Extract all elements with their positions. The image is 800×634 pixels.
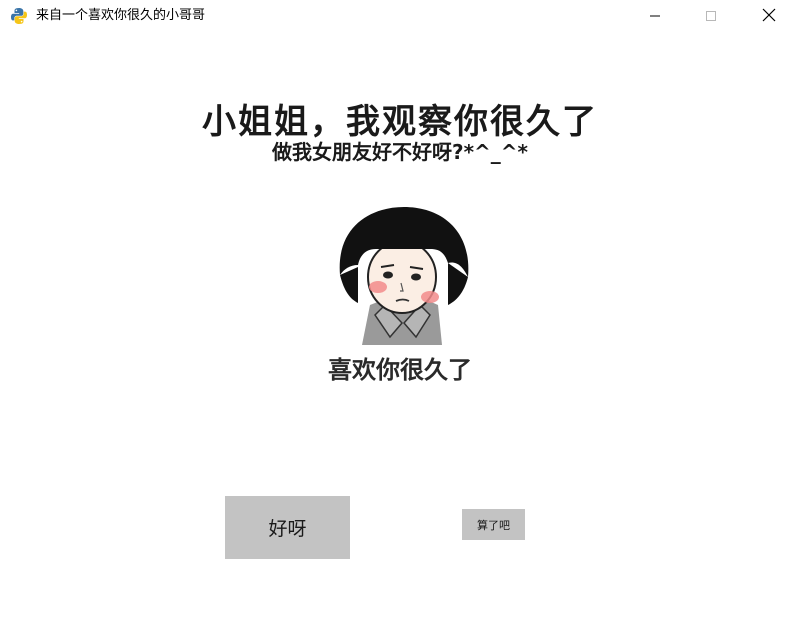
close-icon xyxy=(762,7,776,26)
minimize-icon xyxy=(649,7,661,26)
no-button[interactable]: 算了吧 xyxy=(462,509,525,540)
window-title: 来自一个喜欢你很久的小哥哥 xyxy=(36,8,206,23)
meme-caption: 喜欢你很久了 xyxy=(328,356,472,384)
maximize-button[interactable] xyxy=(688,0,734,32)
meme-girl-image xyxy=(330,205,475,345)
maximize-icon xyxy=(705,7,717,26)
yes-button[interactable]: 好呀 xyxy=(225,496,350,559)
app-window: 来自一个喜欢你很久的小哥哥 小姐姐，我观察你很久了 做我女朋友好不好呀?*^_^… xyxy=(0,0,800,634)
subline: 做我女朋友好不好呀?*^_^* xyxy=(271,140,529,164)
minimize-button[interactable] xyxy=(632,0,678,32)
close-button[interactable] xyxy=(746,0,792,32)
python-icon xyxy=(10,7,28,25)
title-bar[interactable]: 来自一个喜欢你很久的小哥哥 xyxy=(0,0,800,32)
